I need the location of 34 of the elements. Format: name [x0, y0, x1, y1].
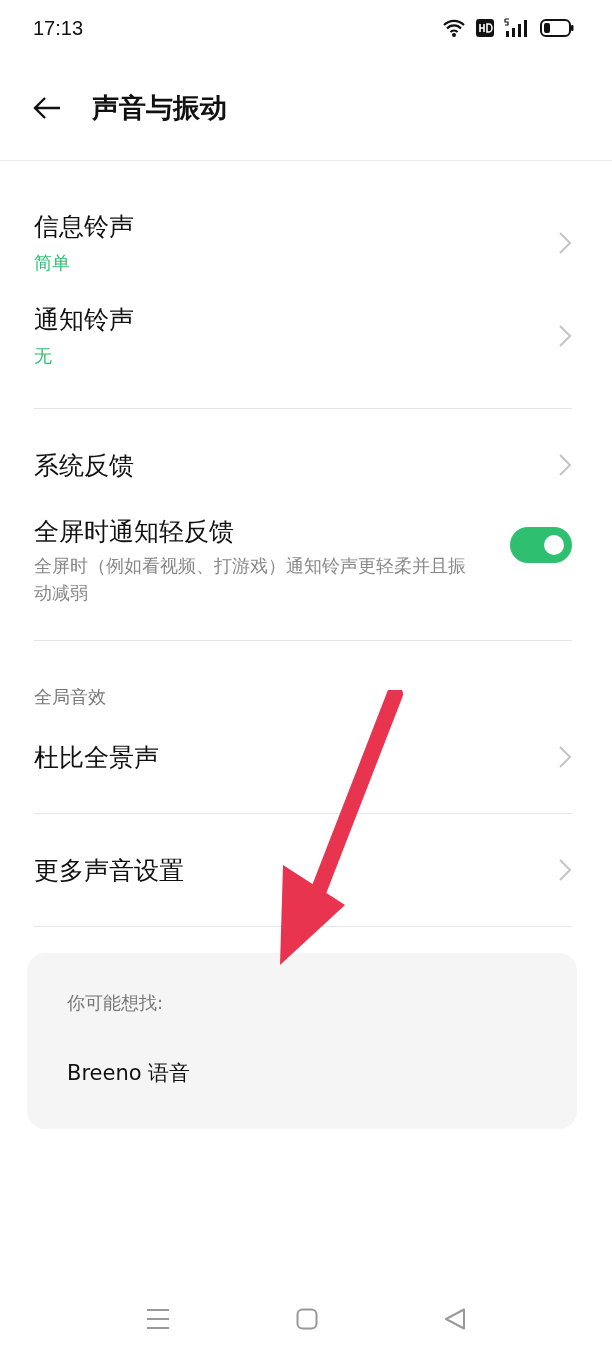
- settings-row[interactable]: 更多声音设置: [34, 828, 572, 912]
- row-title: 更多声音设置: [34, 854, 184, 887]
- toggle-switch[interactable]: [510, 527, 572, 563]
- chevron-icon: [558, 745, 572, 769]
- row-title: 信息铃声: [34, 211, 134, 243]
- chevron-icon: [558, 230, 572, 255]
- chevron-icon: [558, 323, 572, 348]
- back-button[interactable]: [32, 96, 62, 120]
- chevron-icon: [558, 858, 572, 882]
- row-value: 无: [34, 344, 53, 368]
- row-title: 全屏时通知轻反馈: [34, 516, 235, 548]
- wifi-icon: [442, 18, 466, 38]
- settings-row[interactable]: 信息铃声 简单: [34, 196, 572, 289]
- hd-icon: [476, 19, 494, 37]
- settings-row[interactable]: 系统反馈: [34, 423, 572, 507]
- settings-row[interactable]: 通知铃声 无: [34, 289, 572, 382]
- back-icon[interactable]: [444, 1308, 466, 1330]
- signal-icon: [504, 18, 530, 38]
- section-label: 全局音效: [34, 685, 107, 709]
- chevron-icon: [558, 453, 572, 477]
- page-title: 声音与振动: [92, 91, 227, 125]
- home-icon[interactable]: [296, 1308, 318, 1330]
- row-title: 系统反馈: [34, 449, 134, 482]
- settings-row[interactable]: 杜比全景声: [34, 715, 572, 799]
- status-time: 17:13: [33, 16, 84, 40]
- toggle-row[interactable]: 全屏时通知轻反馈 全屏时（例如看视频、打游戏）通知铃声更轻柔并且振动减弱: [34, 507, 572, 626]
- row-value: 简单: [34, 251, 71, 275]
- card-label: 你可能想找:: [67, 991, 165, 1015]
- row-description: 全屏时（例如看视频、打游戏）通知铃声更轻柔并且振动减弱: [34, 554, 467, 605]
- row-title: 杜比全景声: [34, 741, 159, 774]
- menu-icon[interactable]: [146, 1308, 170, 1330]
- row-title: 通知铃声: [34, 304, 134, 336]
- battery-icon: [540, 19, 574, 37]
- suggestion-link[interactable]: Breeno 语音: [67, 1059, 537, 1087]
